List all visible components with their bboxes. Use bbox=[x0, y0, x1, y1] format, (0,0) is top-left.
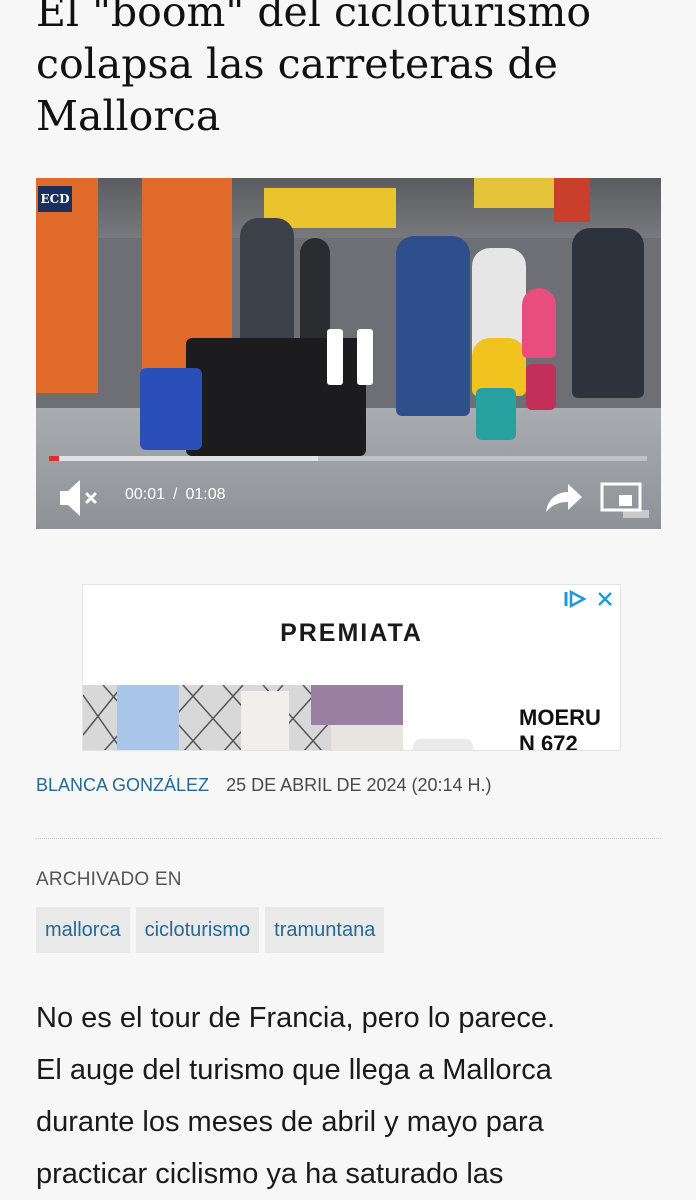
body-line: El auge del turismo que llega a Mallorca bbox=[36, 1054, 552, 1086]
publish-date: 25 DE ABRIL DE 2024 (20:14 H.) bbox=[226, 775, 492, 795]
advertisement[interactable]: PREMIATA MOERU N 672 bbox=[82, 584, 621, 751]
ad-product-image bbox=[413, 739, 473, 750]
title-line: Mallorca bbox=[36, 92, 221, 140]
picture-in-picture-icon[interactable] bbox=[599, 480, 651, 520]
body-line: No es el tour de Francia, pero lo parece… bbox=[36, 1002, 556, 1034]
title-line: El "boom" del cicloturismo bbox=[36, 0, 592, 36]
tag-cicloturismo[interactable]: cicloturismo bbox=[135, 907, 260, 953]
ad-brand: PREMIATA bbox=[280, 619, 423, 647]
ad-product-line: N 672 bbox=[519, 731, 578, 751]
ad-product-name: MOERU N 672 bbox=[519, 705, 620, 751]
ad-image bbox=[83, 685, 403, 750]
share-icon[interactable] bbox=[542, 478, 586, 518]
close-icon[interactable] bbox=[596, 590, 614, 608]
article-title: El "boom" del cicloturismo colapsa las c… bbox=[36, 0, 676, 142]
byline: BLANCA GONZÁLEZ 25 DE ABRIL DE 2024 (20:… bbox=[36, 775, 492, 796]
mute-icon[interactable] bbox=[56, 476, 104, 520]
title-line: colapsa las carreteras de bbox=[36, 40, 558, 88]
time-display: 00:01 / 01:08 bbox=[125, 486, 226, 504]
body-line: durante los meses de abril y mayo para bbox=[36, 1106, 544, 1138]
divider bbox=[36, 838, 661, 839]
ad-controls bbox=[562, 589, 614, 609]
tag-tramuntana[interactable]: tramuntana bbox=[265, 907, 385, 953]
tag-mallorca[interactable]: mallorca bbox=[36, 907, 130, 953]
duration: 01:08 bbox=[185, 486, 226, 503]
author-link[interactable]: BLANCA GONZÁLEZ bbox=[36, 775, 209, 795]
progress-buffered bbox=[49, 456, 319, 461]
article-body: No es el tour de Francia, pero lo parece… bbox=[36, 992, 686, 1200]
progress-bar[interactable] bbox=[49, 456, 647, 461]
time-separator: / bbox=[173, 486, 178, 503]
current-time: 00:01 bbox=[125, 486, 166, 503]
adchoices-icon[interactable] bbox=[562, 589, 588, 609]
ad-product-line: MOERU bbox=[519, 705, 601, 730]
channel-logo: ECD bbox=[38, 186, 72, 212]
tag-list: mallorca cicloturismo tramuntana bbox=[36, 907, 385, 953]
archived-label: ARCHIVADO EN bbox=[36, 869, 182, 890]
progress-played bbox=[49, 456, 59, 461]
pause-icon[interactable] bbox=[327, 329, 375, 385]
body-line: practicar ciclismo ya ha saturado las bbox=[36, 1158, 504, 1190]
video-player[interactable]: ECD 00:01 / 01:08 bbox=[36, 178, 661, 529]
